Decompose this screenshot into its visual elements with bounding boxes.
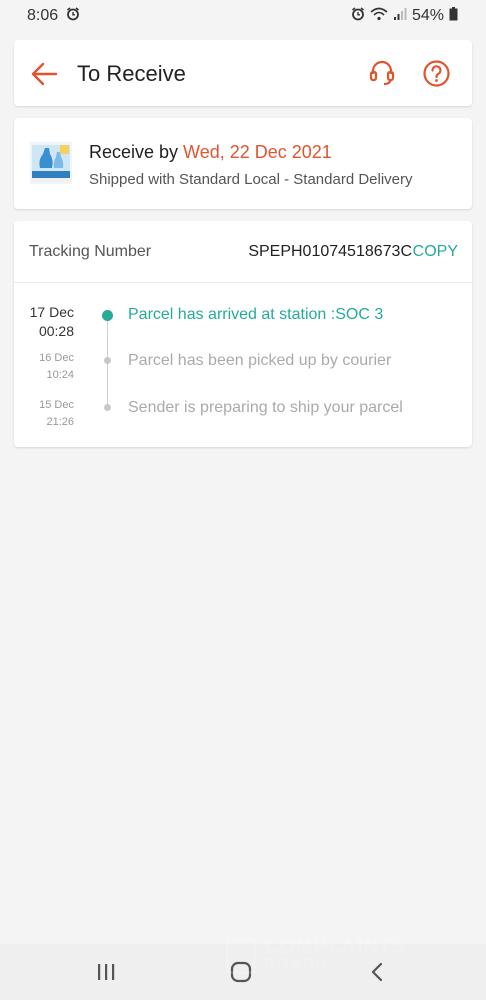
event-time: 00:28 — [38, 323, 74, 339]
tracking-number-row: Tracking Number SPEPH01074518673C COPY — [14, 221, 472, 283]
page-title: To Receive — [77, 61, 186, 86]
event-date: 17 Dec 00:28 — [24, 303, 74, 341]
shipping-method: Shipped with Standard Local - Standard D… — [89, 171, 413, 188]
watermark-box — [226, 938, 256, 974]
event-time: 21:26 — [46, 416, 74, 428]
question-circle-icon[interactable] — [423, 60, 450, 87]
event-day: 17 Dec — [29, 304, 74, 320]
receive-by-line: Receive by Wed, 22 Dec 2021 — [89, 141, 332, 163]
watermark-line2: BOARD — [264, 956, 328, 973]
status-left: 8:06 — [27, 6, 80, 26]
event-description: Parcel has been picked up by courier — [128, 352, 392, 369]
timeline-dot — [104, 357, 111, 364]
copy-button[interactable]: COPY — [413, 243, 458, 261]
battery-percent: 54% — [411, 7, 444, 24]
event-date: 15 Dec 21:26 — [24, 397, 74, 431]
event-day: 15 Dec — [39, 399, 74, 411]
headset-icon[interactable] — [368, 59, 396, 87]
event-description: Parcel has arrived at station :SOC 3 — [128, 306, 384, 323]
battery-icon — [449, 6, 458, 26]
event-day: 16 Dec — [39, 352, 74, 364]
arrow-left-icon[interactable] — [30, 60, 58, 88]
status-bar: 8:06 54% — [0, 0, 486, 32]
status-right: 54% — [351, 6, 458, 26]
event-date: 16 Dec 10:24 — [24, 350, 74, 384]
recents-icon[interactable] — [96, 962, 116, 982]
signal-icon — [393, 7, 407, 26]
event-description: Sender is preparing to ship your parcel — [128, 399, 403, 416]
product-thumbnail — [30, 142, 72, 184]
tracking-number-label: Tracking Number — [29, 243, 152, 260]
receive-by-date: Wed, 22 Dec 2021 — [183, 142, 332, 162]
event-time: 10:24 — [46, 369, 74, 381]
timeline-dot-active — [102, 310, 113, 321]
receive-by-label: Receive by — [89, 142, 184, 162]
timeline-dot — [104, 404, 111, 411]
watermark-logo: COMPLAINTS BOARD — [226, 936, 436, 980]
header-bar: To Receive — [14, 40, 472, 106]
alarm-icon — [351, 6, 365, 26]
tracking-number-value: SPEPH01074518673C — [248, 243, 412, 260]
status-time: 8:06 — [27, 7, 59, 24]
delivery-info-card[interactable]: Receive by Wed, 22 Dec 2021 Shipped with… — [14, 118, 472, 209]
tracking-card: Tracking Number SPEPH01074518673C COPY 1… — [14, 221, 472, 447]
alarm-icon — [66, 6, 80, 26]
wifi-icon — [370, 7, 388, 26]
